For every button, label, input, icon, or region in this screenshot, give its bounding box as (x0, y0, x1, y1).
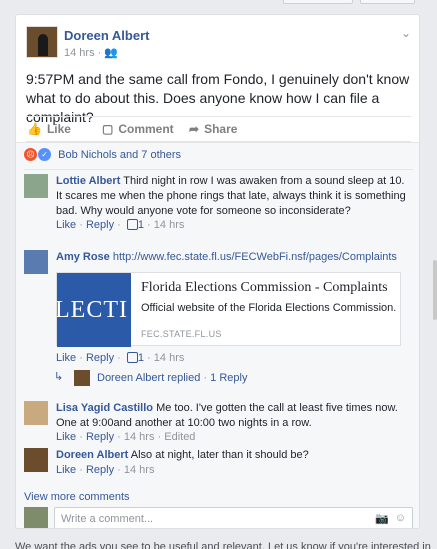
like-button[interactable]: 👍 Like (27, 122, 71, 136)
preview-description: Official website of the Florida Election… (141, 302, 397, 314)
post-author-name[interactable]: Doreen Albert (64, 28, 149, 43)
thumbs-up-icon: 👍 (27, 122, 42, 136)
preview-image: LECTI (57, 273, 131, 347)
friends-icon[interactable]: 👥 (104, 47, 118, 59)
reply-summary-text[interactable]: Doreen Albert replied · 1 Reply (97, 372, 247, 384)
comment-like-link[interactable]: Like (56, 464, 76, 476)
commenter-name[interactable]: Doreen Albert (56, 449, 128, 461)
comment-like-count[interactable]: 1 (138, 219, 144, 231)
comment-item: Lottie Albert Third night in row I was a… (24, 174, 414, 234)
comment-like-count[interactable]: 1 (138, 352, 144, 364)
top-strip (0, 0, 437, 8)
comment-body: Lottie Albert Third night in row I was a… (56, 174, 411, 219)
top-button-2[interactable] (360, 0, 415, 4)
reactions-label[interactable]: Bob Nichols and 7 others (58, 149, 181, 161)
post-header: Doreen Albert 14 hrs · 👥 ⌄ (26, 26, 411, 60)
speech-bubble-icon: ▢ (102, 122, 114, 136)
comment-actions: Like · Reply · 1 · 14 hrs (56, 351, 185, 364)
comment-body: Lisa Yagid Castillo Me too. I've gotten … (56, 401, 411, 431)
reactions-summary[interactable]: ☹ ✓ Bob Nichols and 7 others (24, 148, 181, 166)
comment-link[interactable]: http://www.fec.state.fl.us/FECWebFi.nsf/… (113, 251, 397, 263)
chevron-down-icon[interactable]: ⌄ (401, 26, 411, 40)
commenter-avatar[interactable] (24, 401, 48, 425)
camera-icon[interactable]: 📷 (375, 512, 389, 525)
comment-time[interactable]: 14 hrs (154, 219, 185, 231)
commenter-name[interactable]: Lottie Albert (56, 175, 120, 187)
comment-reply-link[interactable]: Reply (86, 464, 114, 476)
comment-reply-link[interactable]: Reply (86, 219, 114, 231)
comment-input[interactable]: Write a comment... (54, 507, 413, 528)
comment-reply-link[interactable]: Reply (86, 431, 114, 443)
comment-like-link[interactable]: Like (56, 352, 76, 364)
comment-item: Amy Rose http://www.fec.state.fl.us/FECW… (24, 250, 414, 274)
comment-body: Amy Rose http://www.fec.state.fl.us/FECW… (56, 250, 411, 265)
scrollbar[interactable] (433, 260, 437, 320)
reply-author[interactable]: Doreen Albert (97, 372, 164, 384)
comment-actions: Like · Reply · 1 · 14 hrs (56, 218, 185, 231)
comment-time[interactable]: 14 hrs (124, 464, 155, 476)
reply-action: replied (167, 372, 201, 384)
ad-preferences-text: We want the ads you see to be useful and… (15, 541, 431, 549)
post-actions: 👍 Like ▢ Comment ➦ Share (26, 116, 411, 142)
post-card: Doreen Albert 14 hrs · 👥 ⌄ 9:57PM and th… (15, 14, 420, 529)
comment-time[interactable]: 14 hrs (124, 431, 155, 443)
comments-section: ☹ ✓ Bob Nichols and 7 others Lottie Albe… (16, 142, 419, 528)
reply-avatar (74, 370, 90, 386)
post-meta: 14 hrs · 👥 (64, 47, 119, 59)
like-reaction-icon: ✓ (38, 148, 52, 161)
comment-composer: Write a comment... 📷 ☺ (24, 507, 413, 528)
link-preview[interactable]: LECTI Florida Elections Commission - Com… (56, 272, 401, 347)
preview-title[interactable]: Florida Elections Commission - Complaint… (141, 280, 388, 296)
comment-actions: Like · Reply · 14 hrs (56, 464, 155, 476)
emoji-icon[interactable]: ☺ (395, 512, 406, 524)
comment-button[interactable]: ▢ Comment (102, 122, 419, 136)
share-button[interactable]: ➦ Share (189, 122, 237, 136)
comment-like-link[interactable]: Like (56, 431, 76, 443)
comment-item: Lisa Yagid Castillo Me too. I've gotten … (24, 401, 414, 445)
commenter-name[interactable]: Amy Rose (56, 251, 110, 263)
viewer-avatar (24, 507, 48, 528)
comment-like-link[interactable]: Like (56, 219, 76, 231)
comment-text: Also at night, later than it should be? (130, 449, 309, 461)
comment-item: Doreen Albert Also at night, later than … (24, 448, 414, 484)
comment-actions: Like · Reply · 14 hrs · Edited (56, 431, 196, 443)
divider (24, 169, 413, 170)
like-count-icon (126, 351, 138, 363)
comment-reply-link[interactable]: Reply (86, 352, 114, 364)
comment-time[interactable]: 14 hrs (154, 352, 185, 364)
view-more-comments-link[interactable]: View more comments (24, 491, 130, 503)
angry-reaction-icon: ☹ (24, 148, 37, 161)
share-arrow-icon: ➦ (189, 122, 200, 136)
post-time[interactable]: 14 hrs (64, 47, 95, 59)
comment-edited[interactable]: Edited (164, 431, 195, 443)
commenter-avatar[interactable] (24, 250, 48, 274)
commenter-name[interactable]: Lisa Yagid Castillo (56, 402, 153, 414)
commenter-avatar[interactable] (24, 174, 48, 198)
author-avatar[interactable] (26, 26, 58, 58)
top-button-1[interactable] (283, 0, 353, 4)
reply-arrow-icon: ↳ (54, 371, 64, 383)
comment-body: Doreen Albert Also at night, later than … (56, 448, 411, 463)
like-count-icon (126, 218, 138, 230)
preview-domain: FEC.STATE.FL.US (141, 329, 222, 339)
commenter-avatar[interactable] (24, 448, 48, 472)
reply-count[interactable]: 1 Reply (210, 372, 247, 384)
